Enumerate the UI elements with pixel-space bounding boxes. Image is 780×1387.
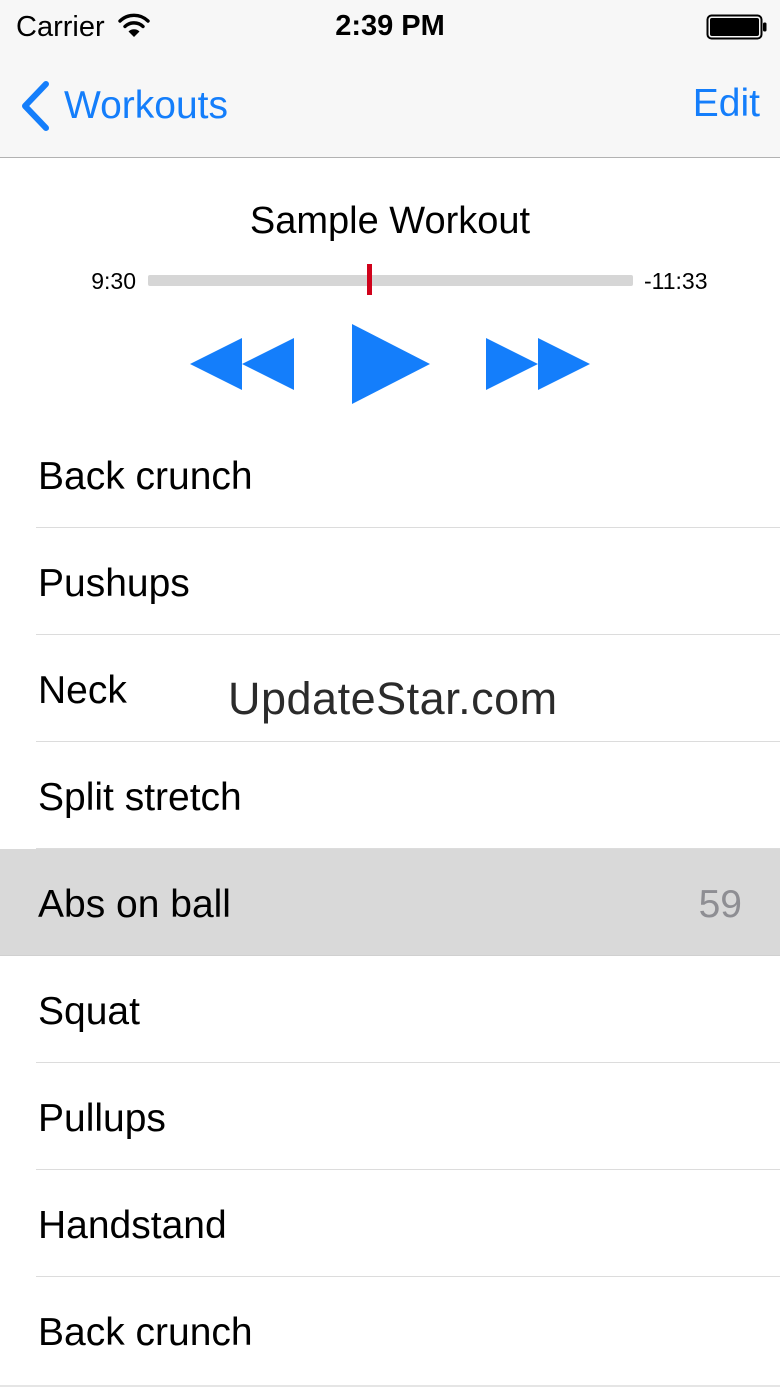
- exercise-name: Pullups: [38, 1097, 166, 1140]
- elapsed-time: 9:30: [91, 268, 136, 294]
- exercise-name: Back crunch: [38, 455, 253, 498]
- status-bar: Carrier 2:39 PM: [0, 0, 780, 54]
- play-icon[interactable]: [348, 322, 432, 406]
- back-button-label: Workouts: [64, 84, 228, 127]
- exercise-list: Back crunch Pushups Neck Split stretch A…: [0, 421, 780, 1384]
- exercise-name: Pushups: [38, 562, 190, 605]
- exercise-name: Squat: [38, 990, 140, 1033]
- navigation-bar: Workouts Edit: [0, 54, 780, 158]
- exercise-name: Neck: [38, 669, 127, 712]
- list-item-selected[interactable]: Abs on ball 59: [0, 849, 780, 956]
- status-time: 2:39 PM: [335, 10, 445, 42]
- progress-scrubber[interactable]: [148, 264, 633, 295]
- list-item[interactable]: Back crunch: [0, 421, 780, 528]
- battery-icon: [706, 14, 767, 40]
- chevron-left-icon: [22, 81, 49, 131]
- exercise-name: Abs on ball: [38, 883, 231, 926]
- list-item[interactable]: Pushups: [0, 528, 780, 635]
- app-screen: Carrier 2:39 PM Workouts Edit Sample Wor…: [0, 0, 780, 1387]
- workout-title: Sample Workout: [249, 200, 531, 242]
- back-button[interactable]: Workouts: [18, 78, 228, 134]
- edit-button[interactable]: Edit: [693, 80, 760, 128]
- exercise-name: Split stretch: [38, 776, 242, 819]
- fast-forward-icon[interactable]: [484, 336, 592, 392]
- rewind-icon[interactable]: [188, 336, 296, 392]
- transport-controls: [0, 322, 780, 406]
- scrubber-handle[interactable]: [367, 264, 373, 295]
- exercise-name: Handstand: [38, 1204, 227, 1247]
- list-item[interactable]: Back crunch: [0, 1277, 780, 1384]
- list-item[interactable]: Split stretch: [0, 742, 780, 849]
- list-item[interactable]: Pullups: [0, 1063, 780, 1170]
- list-item[interactable]: Handstand: [0, 1170, 780, 1277]
- exercise-count: 59: [698, 883, 742, 926]
- exercise-name: Back crunch: [38, 1311, 253, 1354]
- list-item[interactable]: Squat: [0, 956, 780, 1063]
- remaining-time: -11:33: [644, 268, 708, 294]
- watermark-text: UpdateStar.com: [228, 673, 558, 724]
